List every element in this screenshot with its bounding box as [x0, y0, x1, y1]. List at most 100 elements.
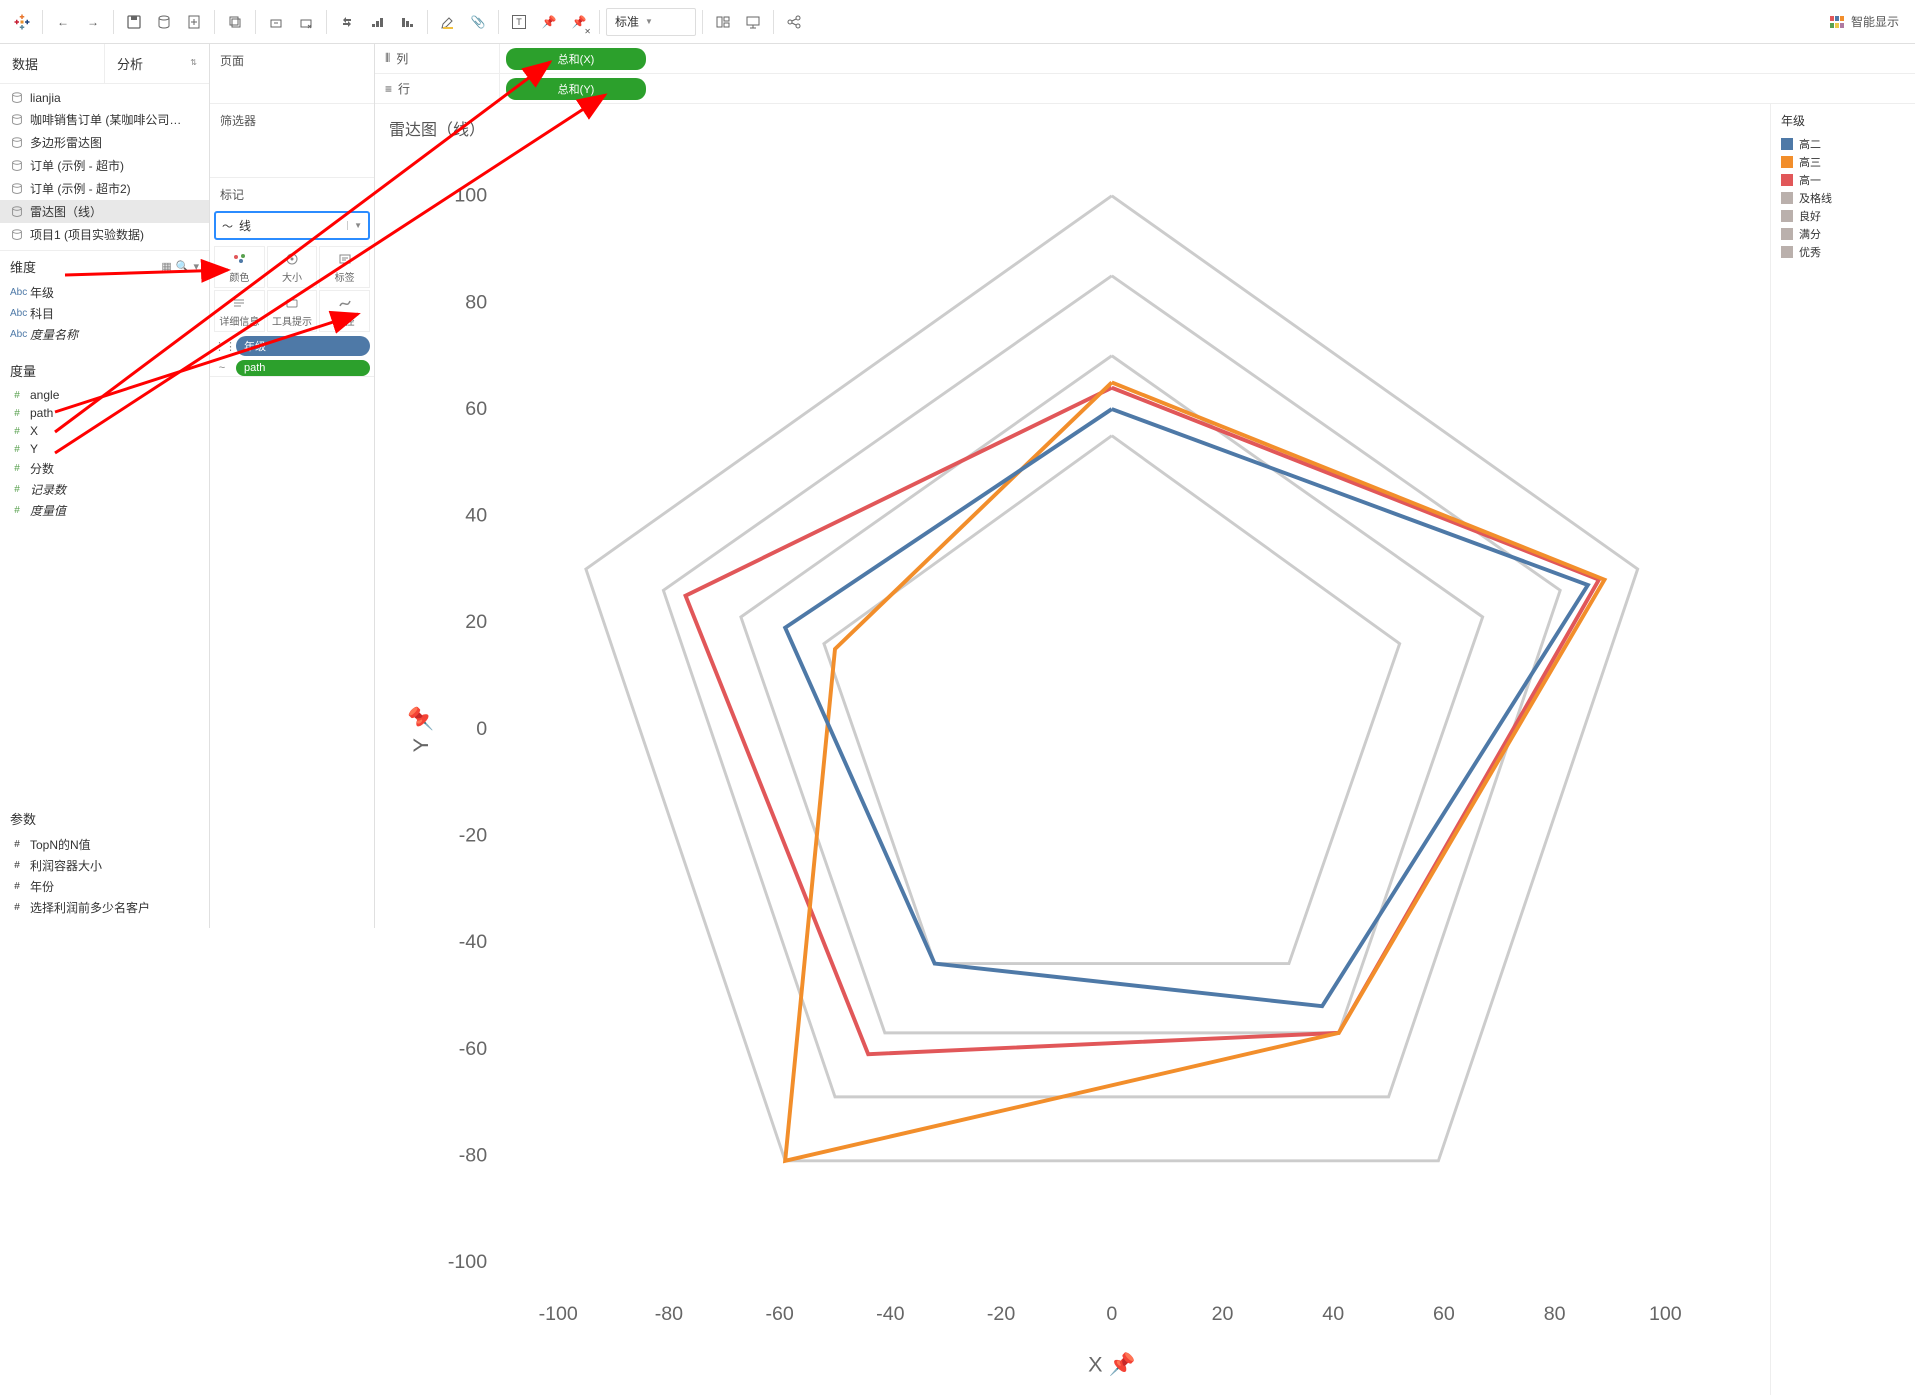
legend-item[interactable]: 高二 [1781, 135, 1905, 153]
main-toolbar: ← → 📎 T 📌 📌✕ 标准▼ 智能显示 [0, 0, 1915, 44]
save-icon[interactable] [120, 8, 148, 36]
legend-item[interactable]: 满分 [1781, 225, 1905, 243]
rows-shelf[interactable]: ≡行 总和(Y) [375, 74, 1915, 104]
pages-card[interactable]: 页面 [210, 44, 374, 104]
back-icon[interactable]: ← [49, 8, 77, 36]
filters-card[interactable]: 筛选器 [210, 104, 374, 178]
pages-label: 页面 [210, 44, 374, 77]
rows-pill[interactable]: 总和(Y) [506, 78, 646, 100]
mark-shelf-grid: 颜色大小标签详细信息工具提示路径 [210, 246, 374, 332]
radar-chart[interactable]: -100-80-60-40-20020406080100-100-80-60-4… [385, 146, 1760, 1391]
field-item[interactable]: #年份 [0, 876, 209, 897]
undo-icon[interactable] [262, 8, 290, 36]
new-datasource-icon[interactable] [150, 8, 178, 36]
datasource-item[interactable]: 多边形雷达图 [0, 131, 209, 154]
clear-pin-icon[interactable]: 📌✕ [565, 8, 593, 36]
svg-text:60: 60 [1433, 1303, 1455, 1325]
tab-data[interactable]: 数据 [0, 44, 105, 83]
svg-text:-60: -60 [765, 1303, 793, 1325]
toolbar-sep [214, 10, 215, 34]
show-me-button[interactable]: 智能显示 [1821, 9, 1907, 34]
clear-icon[interactable] [292, 8, 320, 36]
tab-analysis[interactable]: 分析⇅ [105, 44, 209, 83]
mark-type-select[interactable]: 〜 线 ▼ [214, 211, 370, 240]
field-item[interactable]: #Y [0, 440, 209, 458]
highlight-icon[interactable] [434, 8, 462, 36]
attach-icon[interactable]: 📎 [464, 8, 492, 36]
toolbar-sep [498, 10, 499, 34]
fit-dropdown[interactable]: 标准▼ [606, 8, 696, 36]
new-sheet-icon[interactable] [180, 8, 208, 36]
mark-shelf-path[interactable]: 路径 [319, 290, 370, 332]
legend-item[interactable]: 高一 [1781, 171, 1905, 189]
columns-icon: ⦀ [385, 51, 390, 66]
svg-text:-20: -20 [459, 824, 487, 846]
measures-header: 度量 [0, 355, 209, 384]
field-item[interactable]: Abc年级 [0, 282, 209, 303]
legend-item[interactable]: 及格线 [1781, 189, 1905, 207]
mark-pill[interactable]: ~path [214, 360, 370, 376]
svg-text:20: 20 [465, 611, 487, 633]
mark-pill[interactable]: ⋮⋮年级 [214, 336, 370, 356]
legend-item[interactable]: 高三 [1781, 153, 1905, 171]
mark-shelf-tooltip[interactable]: 工具提示 [267, 290, 318, 332]
mark-shelf-detail[interactable]: 详细信息 [214, 290, 265, 332]
toolbar-sep [42, 10, 43, 34]
viz-wrap: 雷达图（线） -100-80-60-40-20020406080100-100-… [375, 104, 1915, 1395]
field-item[interactable]: #path [0, 404, 209, 422]
toolbar-sep [326, 10, 327, 34]
field-item[interactable]: Abc度量名称 [0, 324, 209, 345]
svg-text:X 📌: X 📌 [1088, 1350, 1135, 1376]
swap-icon[interactable] [333, 8, 361, 36]
field-item[interactable]: #angle [0, 386, 209, 404]
pin-icon[interactable]: 📌 [535, 8, 563, 36]
field-item[interactable]: #记录数 [0, 479, 209, 500]
search-icon[interactable]: 🔍 [176, 260, 190, 273]
field-item[interactable]: #选择利润前多少名客户 [0, 897, 209, 918]
caret-icon[interactable]: ▾ [193, 260, 199, 273]
field-item[interactable]: #分数 [0, 458, 209, 479]
color-legend[interactable]: 年级 高二高三高一及格线良好满分优秀 [1770, 104, 1915, 1395]
field-item[interactable]: #X [0, 422, 209, 440]
datasource-list: lianjia咖啡销售订单 (某咖啡公司…多边形雷达图订单 (示例 - 超市)订… [0, 84, 209, 251]
field-item[interactable]: #利润容器大小 [0, 855, 209, 876]
parameters-header: 参数 [0, 803, 209, 832]
datasource-item[interactable]: 订单 (示例 - 超市2) [0, 177, 209, 200]
svg-text:40: 40 [465, 505, 487, 527]
worksheet-area: ⦀列 总和(X) ≡行 总和(Y) 雷达图（线） -100-80-60-40-2… [375, 44, 1915, 928]
field-item[interactable]: Abc科目 [0, 303, 209, 324]
mark-shelf-color[interactable]: 颜色 [214, 246, 265, 288]
datasource-item[interactable]: lianjia [0, 88, 209, 108]
svg-text:80: 80 [465, 291, 487, 313]
totals-icon[interactable]: T [505, 8, 533, 36]
field-item[interactable]: #度量值 [0, 500, 209, 521]
show-cards-icon[interactable] [709, 8, 737, 36]
mark-shelf-label[interactable]: 标签 [319, 246, 370, 288]
datasource-item[interactable]: 订单 (示例 - 超市) [0, 154, 209, 177]
field-item[interactable]: #TopN的N值 [0, 834, 209, 855]
svg-text:0: 0 [1106, 1303, 1117, 1325]
viz-title[interactable]: 雷达图（线） [389, 116, 1760, 140]
viz-main: 雷达图（线） -100-80-60-40-20020406080100-100-… [375, 104, 1770, 1395]
duplicate-icon[interactable] [221, 8, 249, 36]
legend-item[interactable]: 优秀 [1781, 243, 1905, 261]
toolbar-sep [427, 10, 428, 34]
mark-pills: ⋮⋮年级 ~path [210, 332, 374, 376]
sort-desc-icon[interactable] [393, 8, 421, 36]
datasource-item[interactable]: 项目1 (项目实验数据) [0, 223, 209, 246]
legend-item[interactable]: 良好 [1781, 207, 1905, 225]
columns-pill[interactable]: 总和(X) [506, 48, 646, 70]
shelves: ⦀列 总和(X) ≡行 总和(Y) [375, 44, 1915, 104]
mark-shelf-size[interactable]: 大小 [267, 246, 318, 288]
tableau-logo-icon[interactable] [8, 8, 36, 36]
datasource-item[interactable]: 咖啡销售订单 (某咖啡公司… [0, 108, 209, 131]
sort-asc-icon[interactable] [363, 8, 391, 36]
svg-text:40: 40 [1322, 1303, 1344, 1325]
share-icon[interactable] [780, 8, 808, 36]
datasource-item[interactable]: 雷达图（线） [0, 200, 209, 223]
svg-text:100: 100 [454, 185, 487, 207]
presentation-icon[interactable] [739, 8, 767, 36]
view-grid-icon[interactable]: ▦ [161, 260, 171, 273]
forward-icon[interactable]: → [79, 8, 107, 36]
columns-shelf[interactable]: ⦀列 总和(X) [375, 44, 1915, 74]
